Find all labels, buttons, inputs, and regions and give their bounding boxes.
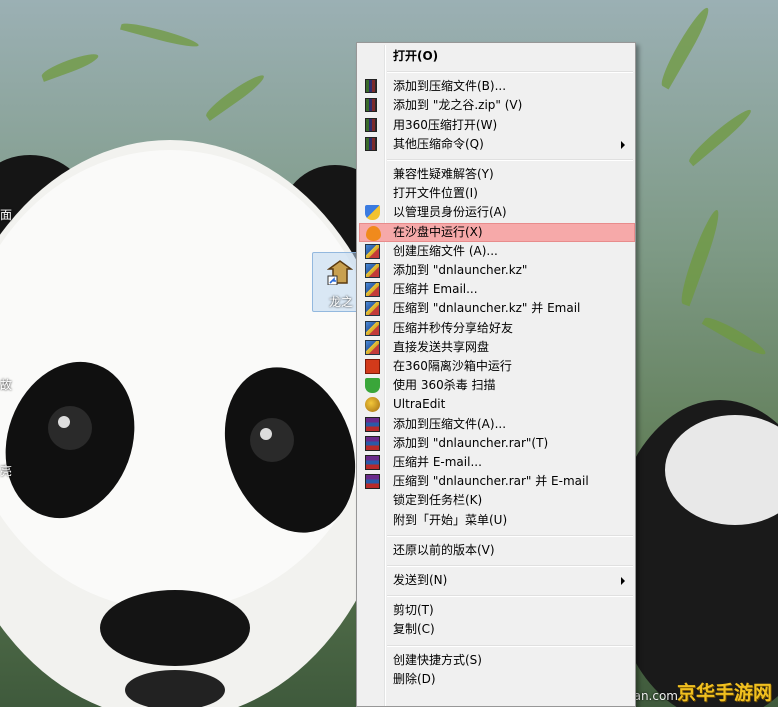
menu-item[interactable]: UltraEdit [359, 395, 633, 414]
menu-separator [387, 159, 633, 161]
menu-item[interactable]: 用360压缩打开(W) [359, 116, 633, 135]
menu-item[interactable]: 压缩并 E-mail... [359, 453, 633, 472]
menu-item[interactable]: 压缩并 Email... [359, 280, 633, 299]
menu-item-label: 打开文件位置(I) [393, 186, 478, 201]
submenu-arrow-icon [621, 577, 625, 585]
menu-item[interactable]: 在360隔离沙箱中运行 [359, 357, 633, 376]
menu-item-label: 复制(C) [393, 622, 435, 637]
menu-item-label: 锁定到任务栏(K) [393, 493, 483, 508]
menu-item[interactable]: 兼容性疑难解答(Y) [359, 165, 633, 184]
winrar-icon [365, 416, 380, 432]
menu-separator [387, 534, 633, 537]
menu-item-label: 直接发送共享网盘 [393, 339, 490, 354]
kz-archive-icon [365, 301, 380, 317]
menu-item-label: 压缩到 "dnlauncher.rar" 并 E-mail [393, 474, 589, 489]
menu-item-label: 剪切(T) [393, 603, 434, 618]
menu-item[interactable]: 创建压缩文件 (A)... [359, 242, 633, 261]
menu-item[interactable]: 还原以前的版本(V) [359, 541, 633, 560]
kz-archive-icon [365, 263, 380, 278]
winrar-icon [365, 474, 380, 490]
menu-item[interactable]: 在沙盘中运行(X) [359, 222, 635, 242]
menu-item[interactable]: 删除(D) [359, 670, 633, 689]
menu-item[interactable]: 压缩到 "dnlauncher.kz" 并 Email [359, 299, 633, 318]
rar-book-icon [365, 79, 377, 94]
menu-item-label: 还原以前的版本(V) [393, 542, 495, 557]
menu-item-label: 附到「开始」菜单(U) [393, 512, 508, 527]
sandbox-icon [366, 225, 381, 241]
menu-item[interactable]: 打开(O) [359, 47, 633, 66]
menu-item-label: 添加到 "dnlauncher.kz" [393, 263, 528, 277]
menu-item[interactable]: 复制(C) [359, 620, 633, 639]
menu-item[interactable]: 直接发送共享网盘 [359, 338, 633, 357]
menu-item-label: 兼容性疑难解答(Y) [393, 167, 494, 181]
rar-book-icon [365, 98, 377, 113]
menu-item-label: 添加到压缩文件(A)... [393, 416, 507, 431]
menu-item-label: UltraEdit [393, 397, 446, 412]
kz-archive-icon [365, 243, 380, 259]
menu-item-label: 压缩并秒传分享给好友 [393, 320, 514, 335]
menu-item[interactable]: 添加到 "龙之谷.zip" (V) [359, 96, 633, 115]
desktop-edge-label: 面 [0, 208, 13, 222]
menu-item[interactable]: 打开文件位置(I) [359, 184, 633, 203]
menu-item-label: 打开(O) [393, 49, 439, 63]
menu-item[interactable]: 附到「开始」菜单(U) [359, 511, 633, 530]
menu-item[interactable]: 压缩并秒传分享给好友 [359, 319, 633, 338]
menu-item[interactable]: 锁定到任务栏(K) [359, 491, 633, 510]
menu-item-label: 添加到 "龙之谷.zip" (V) [393, 98, 523, 113]
menu-item[interactable]: 使用 360杀毒 扫描 [359, 376, 633, 395]
menu-item[interactable]: 以管理员身份运行(A) [359, 203, 633, 222]
menu-item-label: 删除(D) [393, 671, 436, 686]
winrar-icon [365, 455, 380, 470]
menu-item[interactable]: 添加到 "dnlauncher.rar"(T) [359, 434, 633, 453]
menu-item[interactable]: 添加到 "dnlauncher.kz" [359, 261, 633, 280]
desktop-shortcut[interactable]: 龙之 [312, 252, 362, 312]
menu-item-label: 创建压缩文件 (A)... [393, 243, 498, 258]
menu-item[interactable]: 其他压缩命令(Q) [359, 135, 633, 154]
rar-book-icon [365, 117, 377, 132]
menu-item[interactable]: 创建快捷方式(S) [359, 651, 633, 670]
menu-item-label: 压缩并 E-mail... [393, 455, 482, 469]
desktop-shortcut-label: 龙之 [329, 295, 354, 309]
menu-item[interactable]: 添加到压缩文件(A)... [359, 415, 633, 434]
menu-item[interactable]: 发送到(N) [359, 571, 633, 590]
winrar-icon [365, 435, 380, 451]
menu-item-label: 在沙盘中运行(X) [393, 224, 483, 239]
menu-item-label: 发送到(N) [393, 573, 448, 587]
kz-archive-icon [365, 320, 380, 336]
desktop-edge-label: 故 [0, 378, 13, 392]
menu-item-label: 压缩到 "dnlauncher.kz" 并 Email [393, 301, 581, 316]
context-menu: 打开(O) 添加到压缩文件(B)... 添加到 "龙之谷.zip" (V) 用360压… [356, 42, 636, 707]
menu-item-label: 使用 360杀毒 扫描 [393, 378, 496, 393]
antivirus-shield-icon [365, 378, 380, 394]
game-shortcut-icon [327, 260, 353, 285]
submenu-arrow-icon [621, 140, 625, 149]
menu-item[interactable]: 压缩到 "dnlauncher.rar" 并 E-mail [359, 472, 633, 491]
menu-item-label: 添加到 "dnlauncher.rar"(T) [393, 435, 549, 450]
menu-item[interactable]: 剪切(T) [359, 601, 633, 620]
menu-item-label: 在360隔离沙箱中运行 [393, 359, 512, 373]
ultraedit-icon [365, 397, 380, 413]
desktop-edge-label: 亮 [0, 464, 13, 478]
watermark-brand: 京华手游网 [676, 682, 772, 704]
rar-book-icon [365, 136, 377, 151]
menu-separator [387, 595, 633, 598]
menu-item-label: 以管理员身份运行(A) [393, 205, 507, 220]
menu-separator [387, 644, 633, 647]
menu-item-label: 压缩并 Email... [393, 282, 478, 297]
menu-item-label: 创建快捷方式(S) [393, 652, 482, 667]
uac-shield-icon [365, 205, 380, 221]
menu-separator [387, 71, 633, 74]
menu-item[interactable]: 添加到压缩文件(B)... [359, 77, 633, 96]
menu-item-label: 用360压缩打开(W) [393, 117, 498, 132]
menu-item-label: 其他压缩命令(Q) [393, 136, 484, 151]
menu-separator [387, 565, 633, 567]
kz-archive-icon [365, 282, 380, 298]
menu-item-label: 添加到压缩文件(B)... [393, 79, 507, 94]
kz-archive-icon [365, 339, 380, 355]
isolation-box-icon [365, 359, 380, 374]
